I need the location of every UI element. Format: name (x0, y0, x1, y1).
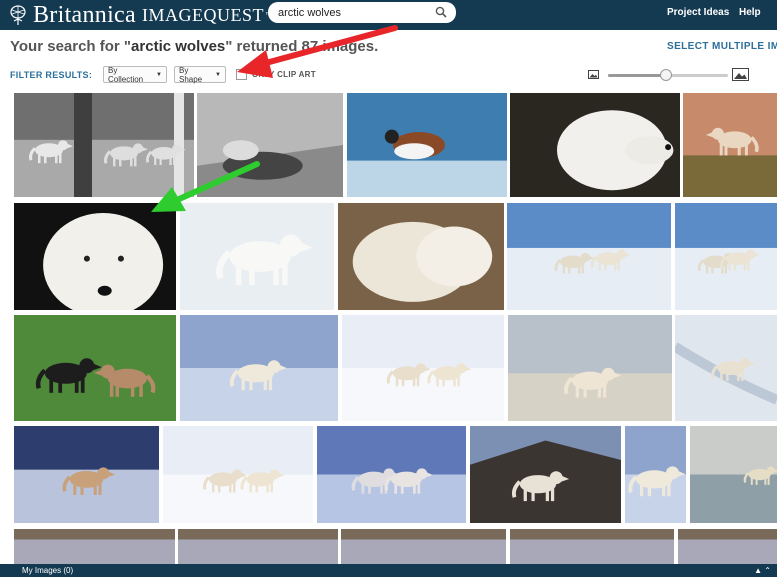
search-box (268, 2, 456, 23)
slider-handle[interactable] (660, 69, 672, 81)
results-suffix: " returned 87 images. (225, 38, 379, 55)
large-image-icon[interactable] (732, 68, 749, 81)
result-thumbnail[interactable] (675, 315, 777, 421)
results-prefix: Your search for " (10, 38, 132, 55)
only-clip-art-filter[interactable]: ONLY CLIP ART (236, 69, 316, 80)
result-thumbnail[interactable] (683, 93, 777, 197)
result-thumbnail[interactable] (678, 529, 777, 564)
small-image-icon[interactable] (588, 70, 599, 79)
caret-down-icon: ▼ (156, 71, 162, 78)
result-thumbnail[interactable] (675, 203, 777, 310)
search-input[interactable] (276, 5, 430, 20)
top-navigation-bar: Britannica IMAGEQUEST ™ Project Ideas He… (0, 0, 777, 30)
my-images-label: My Images (0) (22, 566, 74, 575)
brand-name: Britannica (33, 1, 136, 28)
thistle-logo-icon (10, 5, 26, 25)
by-collection-label: By Collection (108, 65, 144, 84)
result-thumbnail[interactable] (14, 315, 176, 421)
result-thumbnail[interactable] (14, 529, 175, 564)
slider-fill (608, 74, 666, 77)
clip-art-label: ONLY CLIP ART (252, 70, 316, 79)
product-name: IMAGEQUEST (141, 4, 264, 25)
result-thumbnail[interactable] (338, 203, 504, 310)
select-multiple-images-link[interactable]: SELECT MULTIPLE IM (667, 41, 777, 52)
result-thumbnail[interactable] (508, 315, 672, 421)
result-thumbnail[interactable] (341, 529, 506, 564)
result-thumbnail[interactable] (625, 426, 686, 523)
result-thumbnail[interactable] (197, 93, 343, 197)
expand-icon[interactable]: ▲ ⌃ (754, 566, 771, 575)
result-thumbnail[interactable] (510, 93, 680, 197)
result-thumbnail[interactable] (342, 315, 504, 421)
result-thumbnail[interactable] (14, 203, 176, 310)
result-thumbnail[interactable] (690, 426, 777, 523)
by-collection-dropdown[interactable]: By Collection ▼ (103, 65, 167, 84)
result-thumbnail[interactable] (347, 93, 507, 197)
results-query: arctic wolves (131, 38, 226, 55)
project-ideas-link[interactable]: Project Ideas (667, 7, 729, 18)
result-thumbnail[interactable] (507, 203, 671, 310)
result-thumbnail[interactable] (14, 93, 194, 197)
my-images-bar[interactable]: My Images (0) ▲ ⌃ (0, 564, 777, 577)
result-thumbnail[interactable] (510, 529, 674, 564)
result-thumbnail[interactable] (317, 426, 466, 523)
filter-results-label: FILTER RESULTS: (10, 70, 93, 80)
thumbnail-size-slider[interactable] (608, 69, 728, 81)
britannica-logo[interactable]: Britannica IMAGEQUEST ™ (8, 0, 272, 30)
result-thumbnail[interactable] (163, 426, 313, 523)
result-thumbnail[interactable] (180, 203, 334, 310)
by-shape-dropdown[interactable]: By Shape ▼ (174, 65, 226, 84)
search-results-heading: Your search for "arctic wolves" returned… (10, 38, 378, 55)
result-thumbnail[interactable] (178, 529, 338, 564)
search-icon[interactable] (435, 6, 447, 18)
help-link[interactable]: Help (739, 7, 761, 18)
caret-down-icon: ▼ (215, 71, 221, 78)
clip-art-checkbox[interactable] (236, 69, 247, 80)
result-thumbnail[interactable] (14, 426, 159, 523)
result-thumbnail[interactable] (470, 426, 621, 523)
by-shape-label: By Shape (179, 65, 203, 84)
result-thumbnail[interactable] (180, 315, 338, 421)
